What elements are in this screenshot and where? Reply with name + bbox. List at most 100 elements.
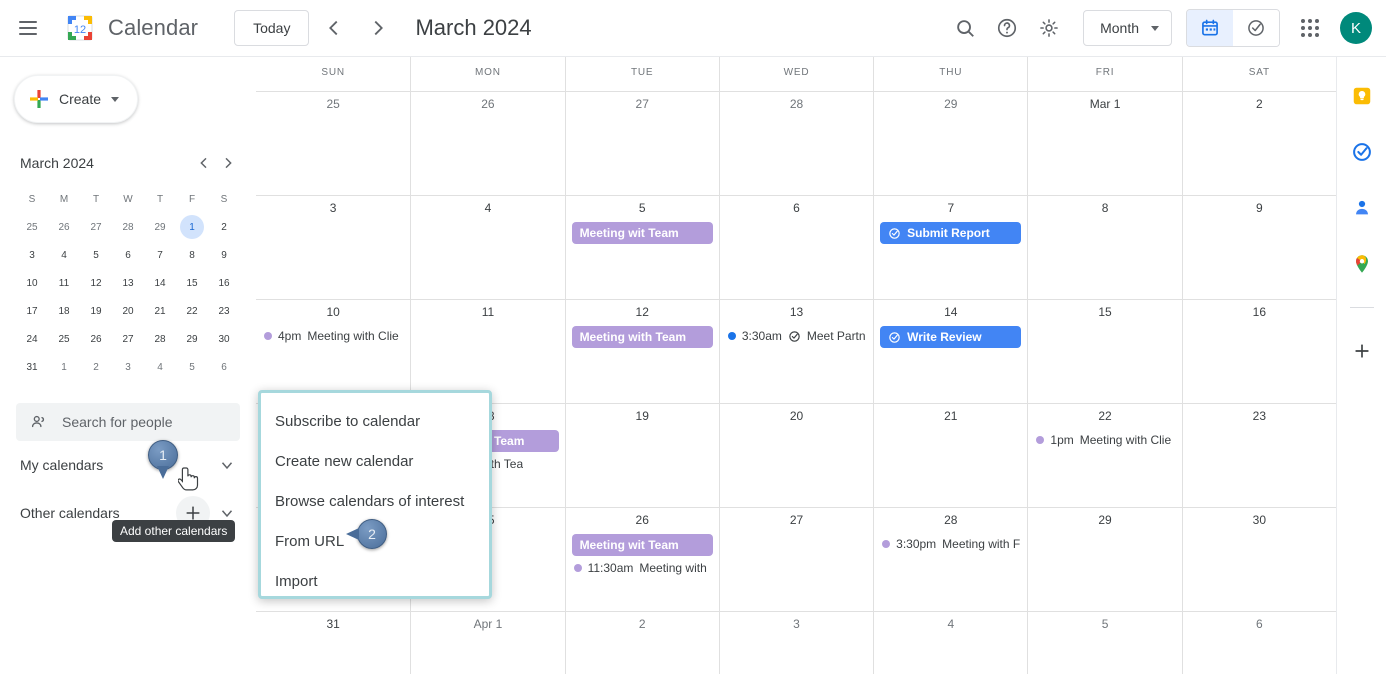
mini-calendar-day[interactable]: 25: [48, 325, 80, 353]
day-number[interactable]: 22: [1028, 408, 1181, 428]
mini-calendar-day[interactable]: 29: [144, 213, 176, 241]
day-number[interactable]: 9: [1183, 200, 1336, 220]
mini-calendar-day[interactable]: 27: [112, 325, 144, 353]
day-cell[interactable]: 2: [1181, 92, 1336, 195]
day-cell[interactable]: 3: [256, 196, 410, 299]
tasks-view-toggle[interactable]: [1233, 10, 1279, 46]
event-chip[interactable]: Meeting with Team: [571, 326, 713, 348]
mini-calendar-next-button[interactable]: [216, 151, 240, 175]
day-cell[interactable]: 26 Meeting wit Team 11:30am Meeting with: [564, 508, 719, 611]
day-number[interactable]: 28: [874, 512, 1027, 532]
day-cell[interactable]: 6: [718, 196, 873, 299]
mini-calendar-day[interactable]: 19: [80, 297, 112, 325]
day-cell[interactable]: 5 Meeting wit Team: [564, 196, 719, 299]
mini-calendar-day[interactable]: 28: [144, 325, 176, 353]
main-menu-icon[interactable]: [8, 8, 48, 48]
event-line[interactable]: 11:30am Meeting with: [572, 558, 713, 578]
mini-calendar-day[interactable]: 26: [80, 325, 112, 353]
mini-calendar-prev-button[interactable]: [192, 151, 216, 175]
mini-calendar-day[interactable]: 25: [16, 213, 48, 241]
mini-calendar-day[interactable]: 31: [16, 353, 48, 381]
day-cell[interactable]: 12 Meeting with Team: [564, 300, 719, 403]
day-cell[interactable]: 27: [718, 508, 873, 611]
day-cell[interactable]: 10 4pm Meeting with Clie: [256, 300, 410, 403]
day-cell[interactable]: 23: [1181, 404, 1336, 507]
menu-item-import[interactable]: Import: [261, 561, 489, 601]
event-chip[interactable]: Meeting wit Team: [571, 534, 713, 556]
event-line[interactable]: 3:30pm Meeting with F: [880, 534, 1021, 554]
day-number[interactable]: 2: [566, 616, 719, 636]
day-cell[interactable]: 15: [1027, 300, 1181, 403]
day-number[interactable]: 6: [720, 200, 873, 220]
mini-calendar-day[interactable]: 4: [144, 353, 176, 381]
mini-calendar-day[interactable]: 2: [208, 213, 240, 241]
next-period-button[interactable]: [359, 9, 397, 47]
day-number[interactable]: 11: [411, 304, 564, 324]
mini-calendar-day[interactable]: 1: [48, 353, 80, 381]
mini-calendar-day[interactable]: 3: [112, 353, 144, 381]
day-number[interactable]: 8: [1028, 200, 1181, 220]
day-cell[interactable]: 21: [873, 404, 1027, 507]
day-number[interactable]: Mar 1: [1028, 96, 1181, 116]
day-cell[interactable]: 4: [410, 196, 564, 299]
google-tasks-icon[interactable]: [1345, 135, 1379, 169]
mini-calendar-day[interactable]: 5: [176, 353, 208, 381]
day-number[interactable]: 27: [720, 512, 873, 532]
day-number[interactable]: 27: [566, 96, 719, 116]
day-number[interactable]: 21: [874, 408, 1027, 428]
add-app-button[interactable]: [1345, 334, 1379, 368]
day-cell[interactable]: Apr 1: [410, 612, 564, 674]
previous-period-button[interactable]: [315, 9, 353, 47]
day-number[interactable]: 16: [1183, 304, 1336, 324]
day-number[interactable]: Apr 1: [411, 616, 564, 636]
mini-calendar-day[interactable]: 16: [208, 269, 240, 297]
mini-calendar-day[interactable]: 14: [144, 269, 176, 297]
mini-calendar-day[interactable]: 20: [112, 297, 144, 325]
mini-calendar-day[interactable]: 27: [80, 213, 112, 241]
mini-calendar-day[interactable]: 23: [208, 297, 240, 325]
day-number[interactable]: 7: [874, 200, 1027, 220]
day-cell[interactable]: 3: [718, 612, 873, 674]
event-chip[interactable]: Meeting wit Team: [571, 222, 713, 244]
apps-grid-icon[interactable]: [1290, 8, 1330, 48]
event-line[interactable]: 4pm Meeting with Clie: [262, 326, 404, 346]
menu-item-subscribe-to-calendar[interactable]: Subscribe to calendar: [261, 401, 489, 441]
day-number[interactable]: 4: [411, 200, 564, 220]
day-cell[interactable]: 28 3:30pm Meeting with F: [873, 508, 1027, 611]
event-chip[interactable]: Submit Report: [880, 222, 1022, 244]
search-people-input[interactable]: Search for people: [16, 403, 240, 441]
create-button[interactable]: Create: [14, 75, 138, 123]
event-line[interactable]: 1pm Meeting with Clie: [1034, 430, 1175, 450]
day-cell[interactable]: 29: [1027, 508, 1181, 611]
day-cell[interactable]: 8: [1027, 196, 1181, 299]
today-button[interactable]: Today: [234, 10, 310, 46]
day-number[interactable]: 5: [566, 200, 719, 220]
day-cell[interactable]: 5: [1027, 612, 1181, 674]
day-number[interactable]: 23: [1183, 408, 1336, 428]
day-number[interactable]: 12: [566, 304, 719, 324]
day-cell[interactable]: Mar 1: [1027, 92, 1181, 195]
day-number[interactable]: 2: [1183, 96, 1336, 116]
mini-calendar-day[interactable]: 3: [16, 241, 48, 269]
mini-calendar-day[interactable]: 1: [176, 213, 208, 241]
day-number[interactable]: 10: [256, 304, 410, 324]
day-cell[interactable]: 31: [256, 612, 410, 674]
mini-calendar-day[interactable]: 6: [112, 241, 144, 269]
day-cell[interactable]: 22 1pm Meeting with Clie: [1027, 404, 1181, 507]
mini-calendar-day[interactable]: 22: [176, 297, 208, 325]
chevron-down-icon[interactable]: [210, 448, 244, 482]
day-cell[interactable]: 2: [564, 612, 719, 674]
day-number[interactable]: 19: [566, 408, 719, 428]
google-maps-icon[interactable]: [1345, 247, 1379, 281]
day-number[interactable]: 4: [874, 616, 1027, 636]
day-cell[interactable]: 6: [1181, 612, 1336, 674]
day-cell[interactable]: 19: [564, 404, 719, 507]
day-cell[interactable]: 26: [410, 92, 564, 195]
day-number[interactable]: 26: [411, 96, 564, 116]
day-number[interactable]: 6: [1183, 616, 1336, 636]
day-cell[interactable]: 29: [873, 92, 1027, 195]
mini-calendar-day[interactable]: 7: [144, 241, 176, 269]
mini-calendar-day[interactable]: 29: [176, 325, 208, 353]
google-contacts-icon[interactable]: [1345, 191, 1379, 225]
day-cell[interactable]: 25: [256, 92, 410, 195]
